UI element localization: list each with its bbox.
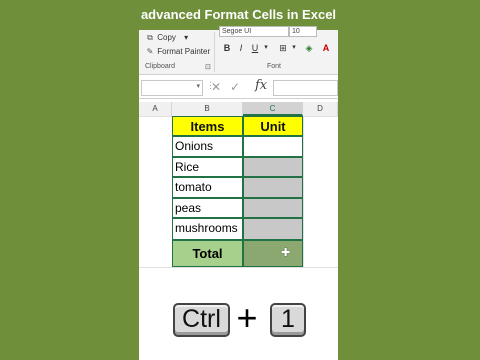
ctrl-key-icon: Ctrl bbox=[173, 303, 230, 337]
total-label-cell[interactable]: Total bbox=[172, 240, 243, 267]
fill-color-icon[interactable]: ◈ bbox=[303, 42, 315, 54]
cancel-icon[interactable]: ✕ bbox=[211, 80, 221, 94]
item-cell[interactable]: Onions bbox=[172, 136, 243, 157]
font-color-icon[interactable]: A bbox=[320, 42, 332, 54]
format-painter-label: Format Painter bbox=[157, 47, 211, 56]
one-key-icon: 1 bbox=[270, 303, 306, 337]
bold-button[interactable]: B bbox=[221, 42, 233, 54]
unit-cell[interactable] bbox=[243, 177, 303, 198]
formula-bar: ▾ ⋮ ✕ ✓ fx bbox=[139, 76, 338, 99]
formula-input[interactable] bbox=[273, 80, 338, 96]
clipboard-group-label: Clipboard bbox=[145, 63, 175, 70]
italic-button[interactable]: I bbox=[235, 42, 247, 54]
unit-cell[interactable] bbox=[243, 218, 303, 240]
copy-label: Copy bbox=[157, 33, 176, 42]
item-cell[interactable]: peas bbox=[172, 198, 243, 218]
item-cell[interactable]: mushrooms bbox=[172, 218, 243, 240]
ribbon-divider bbox=[214, 32, 215, 72]
gridline bbox=[303, 116, 304, 268]
copy-caret-icon[interactable]: ▾ bbox=[184, 33, 188, 42]
copy-icon: ⧉ bbox=[147, 33, 153, 42]
name-box-caret-icon[interactable]: ▾ bbox=[196, 82, 200, 90]
font-name-select[interactable]: Segoe UI bbox=[219, 26, 289, 37]
mouse-cursor-icon: ✚ bbox=[281, 247, 291, 259]
clipboard-dialog-launcher-icon[interactable]: ⊡ bbox=[205, 63, 211, 71]
insert-function-button[interactable]: fx bbox=[255, 78, 267, 93]
unit-cell[interactable] bbox=[243, 157, 303, 177]
unit-cell[interactable] bbox=[243, 198, 303, 218]
brush-icon: ✎ bbox=[146, 47, 154, 56]
underline-caret-icon[interactable]: ▾ bbox=[260, 42, 272, 54]
plus-sign: + bbox=[236, 297, 258, 338]
header-items-cell[interactable]: Items bbox=[172, 116, 243, 136]
header-unit-cell[interactable]: Unit bbox=[243, 116, 303, 136]
name-box[interactable]: ▾ bbox=[141, 80, 203, 96]
excel-screenshot: advanced Format Cells in Excel ⧉ Copy ▾ … bbox=[139, 0, 338, 360]
column-header-c[interactable]: C bbox=[243, 102, 303, 116]
item-cell[interactable]: tomato bbox=[172, 177, 243, 198]
borders-caret-icon[interactable]: ▾ bbox=[288, 42, 300, 54]
enter-icon[interactable]: ✓ bbox=[230, 80, 240, 94]
item-cell[interactable]: Rice bbox=[172, 157, 243, 177]
font-group-label: Font bbox=[267, 63, 282, 70]
column-header-a[interactable]: A bbox=[139, 102, 172, 116]
ribbon: ⧉ Copy ▾ ✎ Format Painter Clipboard ⊡ Se… bbox=[139, 26, 338, 75]
font-size-select[interactable]: 10 bbox=[289, 26, 317, 37]
column-headers: A B C D bbox=[139, 102, 338, 117]
format-painter-button[interactable]: ✎ Format Painter bbox=[145, 47, 211, 56]
copy-button[interactable]: ⧉ Copy ▾ bbox=[145, 33, 188, 43]
column-header-d[interactable]: D bbox=[303, 102, 338, 116]
unit-cell[interactable] bbox=[243, 136, 303, 157]
gridline bbox=[139, 267, 338, 268]
total-unit-cell[interactable] bbox=[243, 240, 303, 267]
column-header-b[interactable]: B bbox=[172, 102, 243, 116]
